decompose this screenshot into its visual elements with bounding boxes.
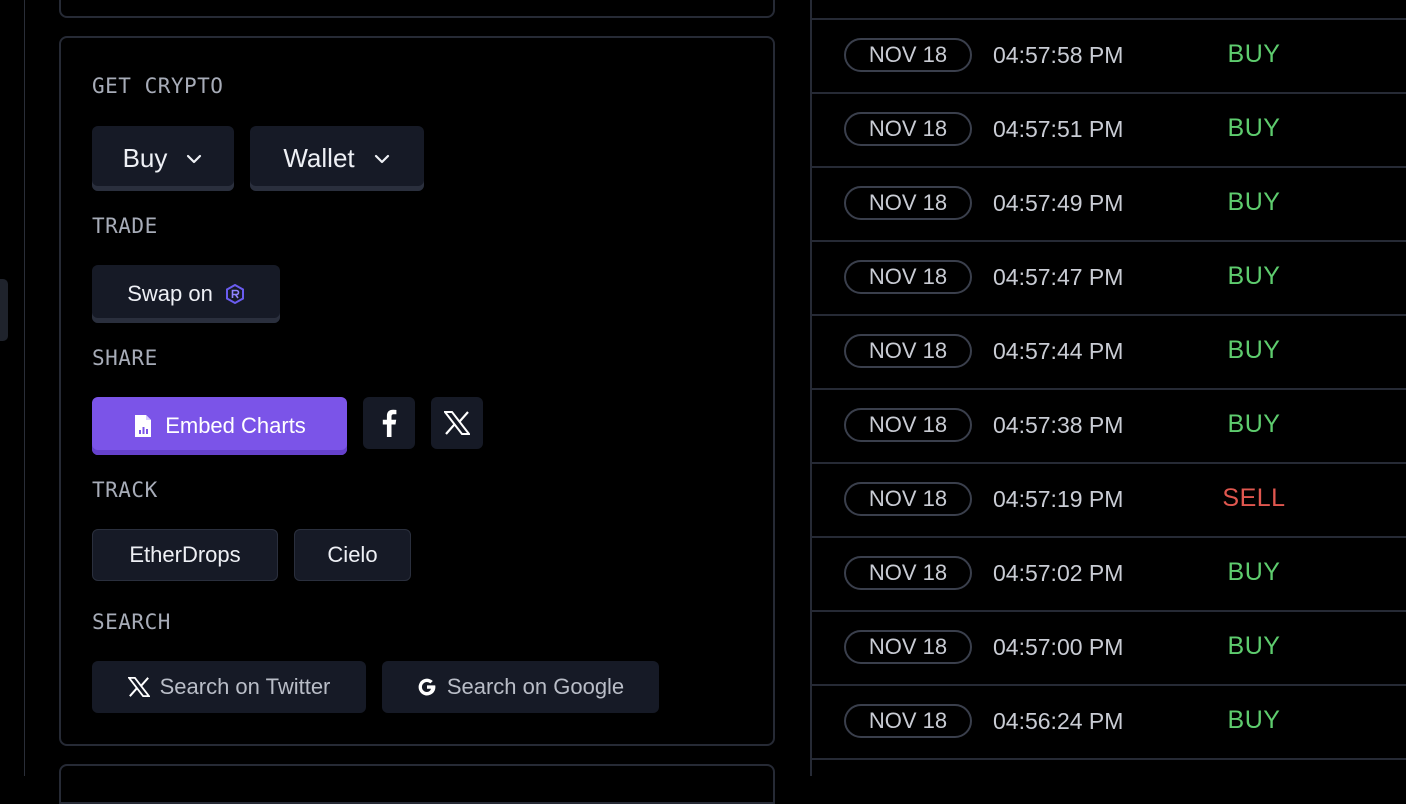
previous-card [59, 0, 775, 18]
swap-label: Swap on [127, 281, 213, 306]
trade-date: NOV 18 [844, 556, 972, 590]
trade-side: BUY [1227, 706, 1281, 734]
track-label: TRACK [92, 478, 158, 502]
table-row[interactable]: NOV 18 04:57:58 PM BUY [812, 20, 1406, 94]
search-google-label: Search on Google [446, 674, 625, 699]
trade-time: 04:56:24 PM [993, 708, 1124, 734]
wallet-dropdown-label: Wallet [283, 143, 355, 173]
get-crypto-label: GET CRYPTO [92, 74, 224, 98]
trade-side: BUY [1227, 40, 1281, 68]
trade-side: BUY [1227, 336, 1281, 364]
trade-side: BUY [1227, 188, 1281, 216]
trade-date: NOV 18 [844, 482, 972, 516]
document-chart-icon [135, 415, 152, 437]
google-icon [418, 678, 436, 696]
search-google-button[interactable]: Search on Google [382, 661, 659, 713]
trade-side: BUY [1227, 114, 1281, 142]
facebook-icon [382, 409, 397, 437]
table-row[interactable]: NOV 18 04:57:51 PM BUY [812, 94, 1406, 168]
etherdrops-label: EtherDrops [129, 542, 241, 567]
table-row[interactable]: NOV 18 04:57:47 PM BUY [812, 242, 1406, 316]
table-row[interactable]: NOV 18 04:57:44 PM BUY [812, 316, 1406, 390]
swap-on-raydium-button[interactable]: Swap on [92, 265, 280, 323]
share-facebook-button[interactable] [363, 397, 415, 449]
trade-side: BUY [1227, 410, 1281, 438]
cielo-button[interactable]: Cielo [294, 529, 411, 581]
share-x-button[interactable] [431, 397, 483, 449]
trade-date: NOV 18 [844, 260, 972, 294]
search-label: SEARCH [92, 610, 171, 634]
table-row[interactable] [812, 0, 1406, 20]
trades-list: NOV 18 04:57:58 PM BUY NOV 18 04:57:51 PM BUY… [812, 0, 1406, 776]
share-label: SHARE [92, 346, 158, 370]
x-twitter-icon [444, 411, 470, 435]
x-twitter-icon [127, 677, 150, 697]
trade-time: 04:57:44 PM [993, 338, 1124, 364]
trade-label: TRADE [92, 214, 158, 238]
trade-date: NOV 18 [844, 704, 972, 738]
trade-side: BUY [1227, 262, 1281, 290]
trade-date: NOV 18 [844, 38, 972, 72]
trade-side: BUY [1227, 558, 1281, 586]
trade-time: 04:57:51 PM [993, 116, 1124, 142]
embed-charts-label: Embed Charts [165, 413, 306, 438]
raydium-logo-icon [225, 284, 244, 304]
table-row[interactable]: NOV 18 04:56:24 PM BUY [812, 686, 1406, 760]
buy-dropdown[interactable]: Buy [92, 126, 234, 191]
trade-date: NOV 18 [844, 334, 972, 368]
trade-time: 04:57:19 PM [993, 486, 1124, 512]
search-twitter-label: Search on Twitter [159, 674, 331, 699]
table-row[interactable]: NOV 18 04:57:00 PM BUY [812, 612, 1406, 686]
chevron-down-icon [187, 154, 202, 163]
search-twitter-button[interactable]: Search on Twitter [92, 661, 366, 713]
links-card: GET CRYPTO Buy Wallet TRADE Swap on SHAR… [59, 36, 775, 746]
trade-side: SELL [1222, 484, 1286, 512]
trade-time: 04:57:02 PM [993, 560, 1124, 586]
wallet-dropdown[interactable]: Wallet [250, 126, 424, 191]
table-row[interactable]: NOV 18 04:57:19 PM SELL [812, 464, 1406, 538]
buy-dropdown-label: Buy [122, 143, 168, 173]
trade-date: NOV 18 [844, 112, 972, 146]
trade-date: NOV 18 [844, 408, 972, 442]
trade-time: 04:57:47 PM [993, 264, 1124, 290]
trade-date: NOV 18 [844, 186, 972, 220]
trade-time: 04:57:00 PM [993, 634, 1124, 660]
trade-date: NOV 18 [844, 630, 972, 664]
table-row[interactable]: NOV 18 04:57:02 PM BUY [812, 538, 1406, 612]
left-rail [0, 0, 25, 776]
chevron-down-icon [374, 154, 389, 163]
trade-side: BUY [1227, 632, 1281, 660]
trade-time: 04:57:38 PM [993, 412, 1124, 438]
trade-time: 04:57:49 PM [993, 190, 1124, 216]
embed-charts-button[interactable]: Embed Charts [92, 397, 347, 455]
table-row[interactable]: NOV 18 04:57:38 PM BUY [812, 390, 1406, 464]
next-card [59, 764, 775, 804]
cielo-label: Cielo [327, 542, 378, 567]
trade-time: 04:57:58 PM [993, 42, 1124, 68]
sidebar-resize-handle[interactable] [0, 279, 8, 341]
table-row[interactable]: NOV 18 04:57:49 PM BUY [812, 168, 1406, 242]
etherdrops-button[interactable]: EtherDrops [92, 529, 278, 581]
